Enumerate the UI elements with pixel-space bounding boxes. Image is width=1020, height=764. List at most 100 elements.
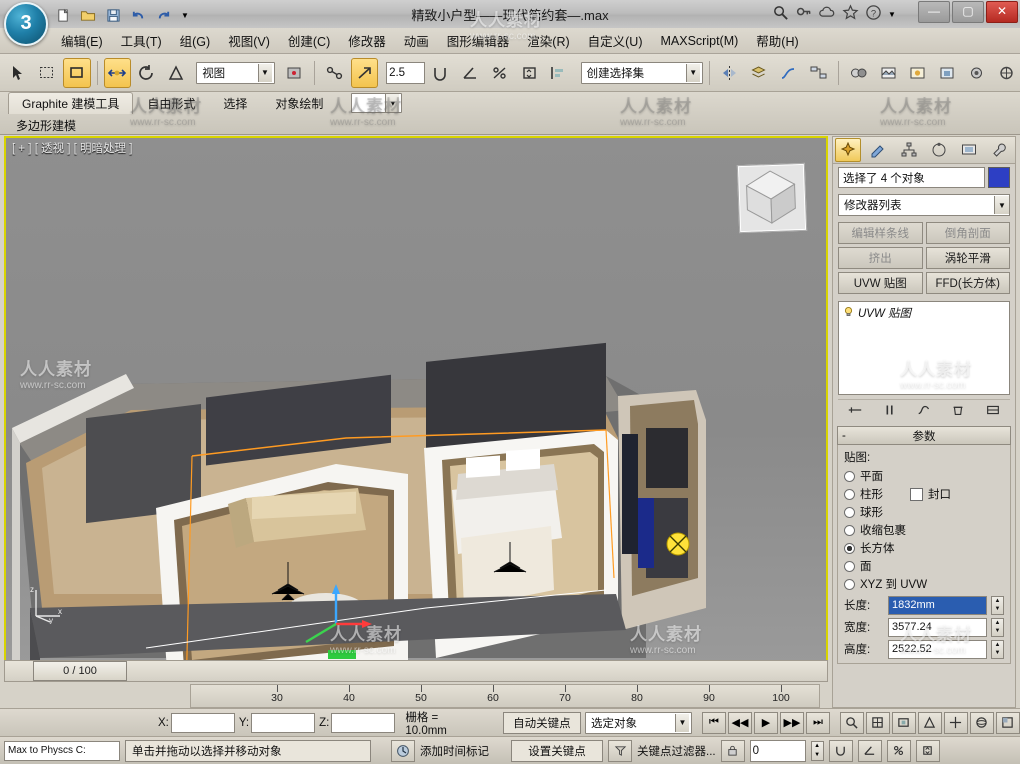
mapping-option-cylindrical[interactable]: 柱形 封口 <box>844 485 1004 503</box>
menu-item-graph-editors[interactable]: 图形编辑器 <box>438 28 519 53</box>
application-menu-button[interactable]: 3 <box>4 2 48 46</box>
select-and-link-icon[interactable] <box>321 58 349 88</box>
percent-snap-icon[interactable] <box>486 58 514 88</box>
new-file-icon[interactable] <box>52 4 74 26</box>
key-filter-icon[interactable] <box>608 739 632 762</box>
snap-toggle-icon[interactable] <box>427 58 455 88</box>
modifier-button-turbosmooth[interactable]: 涡轮平滑 <box>925 247 1010 269</box>
percent-snap-field[interactable]: 2.5 <box>386 61 425 84</box>
mapping-option-box[interactable]: 长方体 <box>844 539 1004 557</box>
x-field[interactable] <box>170 712 235 733</box>
menu-item-maxscript[interactable]: MAXScript(M) <box>652 31 748 51</box>
layer-manager-icon[interactable] <box>745 58 773 88</box>
modifier-stack[interactable]: UVW 贴图 <box>838 301 1010 395</box>
mirror-icon[interactable] <box>716 58 744 88</box>
select-and-rotate-icon[interactable] <box>133 58 161 88</box>
chevron-down-icon[interactable]: ▼ <box>674 713 689 732</box>
modifier-button-ffd-box[interactable]: FFD(长方体) <box>925 272 1010 294</box>
modifier-button-bevel-profile[interactable]: 倒角剖面 <box>925 222 1010 244</box>
menu-item-rendering[interactable]: 渲染(R) <box>518 28 578 53</box>
unlink-selection-icon[interactable] <box>350 57 379 88</box>
radio-icon[interactable] <box>844 542 855 554</box>
curve-editor-icon[interactable] <box>775 58 803 88</box>
chevron-down-icon[interactable]: ▼ <box>257 63 272 82</box>
motion-tab[interactable] <box>926 138 952 162</box>
menu-item-views[interactable]: 视图(V) <box>219 28 279 53</box>
previous-frame-icon[interactable]: ◀◀ <box>727 711 752 734</box>
field-of-view-icon[interactable] <box>917 711 942 734</box>
select-and-move-icon[interactable] <box>103 57 132 88</box>
select-and-scale-icon[interactable] <box>163 58 191 88</box>
spinner-snap-icon[interactable] <box>915 739 940 762</box>
object-name-field[interactable]: 选择了 4 个对象 <box>838 167 985 188</box>
object-color-swatch[interactable] <box>988 167 1010 188</box>
height-spinner[interactable]: ▲ ▼ <box>991 639 1004 659</box>
pan-icon[interactable] <box>943 711 968 734</box>
create-tab[interactable] <box>835 138 862 162</box>
chevron-down-icon[interactable]: ▾ <box>385 94 400 112</box>
zoom-icon[interactable] <box>839 711 864 734</box>
zoom-extents-icon[interactable] <box>891 711 916 734</box>
z-coordinate[interactable]: Z: <box>319 712 396 733</box>
select-object-icon[interactable] <box>4 58 32 88</box>
menu-item-group[interactable]: 组(G) <box>171 28 220 53</box>
ribbon-overflow-combo[interactable]: ▾ <box>351 93 403 113</box>
schematic-view-icon[interactable] <box>804 58 832 88</box>
angle-snap-icon[interactable] <box>456 58 484 88</box>
modifier-button-edit-spline[interactable]: 编辑样条线 <box>838 222 923 244</box>
hierarchy-tab[interactable] <box>896 138 922 162</box>
time-slider-handle[interactable]: 0 / 100 <box>33 661 127 681</box>
mapping-option-planar[interactable]: 平面 <box>844 467 1004 485</box>
height-field[interactable]: 2522.52 <box>888 639 987 659</box>
modifier-stack-item[interactable]: UVW 贴图 <box>839 302 1009 324</box>
z-field[interactable] <box>331 712 396 733</box>
menu-item-edit[interactable]: 编辑(E) <box>52 28 112 53</box>
length-spinner[interactable]: ▲ ▼ <box>991 595 1004 615</box>
material-editor-icon[interactable] <box>845 58 873 88</box>
lightbulb-icon[interactable] <box>843 306 854 320</box>
menu-item-help[interactable]: 帮助(H) <box>747 28 807 53</box>
render-setup-icon[interactable] <box>874 58 902 88</box>
render-activeshade-icon[interactable] <box>993 58 1020 88</box>
chevron-down-icon[interactable]: ▼ <box>888 10 900 19</box>
cloud-icon[interactable] <box>818 5 836 23</box>
time-slider[interactable]: 0 / 100 <box>4 660 828 682</box>
frame-field[interactable]: 0 <box>749 739 806 762</box>
x-coordinate[interactable]: X: <box>158 712 235 733</box>
chevron-down-icon[interactable]: ▼ <box>685 63 700 82</box>
modifier-list-combo[interactable]: 修改器列表 ▼ <box>838 194 1010 216</box>
redo-icon[interactable] <box>152 4 174 26</box>
zoom-all-icon[interactable] <box>865 711 890 734</box>
chevron-down-icon[interactable]: ▼ <box>994 196 1009 214</box>
orbit-icon[interactable] <box>969 711 994 734</box>
next-frame-icon[interactable]: ▶▶ <box>779 711 804 734</box>
tab-object-paint[interactable]: 对象绘制 <box>261 92 337 115</box>
help-icon[interactable]: ? <box>865 4 882 24</box>
show-end-result-icon[interactable] <box>882 403 898 420</box>
maximize-button[interactable]: ▢ <box>952 1 984 23</box>
window-crossing-icon[interactable] <box>63 57 91 88</box>
tab-graphite-modeling-tools[interactable]: Graphite 建模工具 <box>8 92 134 114</box>
reference-coordinate-combo[interactable]: 视图 ▼ <box>196 61 275 84</box>
align-icon[interactable] <box>545 58 573 88</box>
add-time-tag-icon[interactable] <box>391 739 415 762</box>
modify-tab[interactable] <box>865 138 891 162</box>
mapping-option-face[interactable]: 面 <box>844 557 1004 575</box>
chevron-down-icon[interactable]: ▼ <box>177 4 193 26</box>
percent-snap-icon[interactable] <box>886 739 911 762</box>
auto-key-button[interactable]: 自动关键点 <box>502 711 582 734</box>
modifier-button-uvw-map[interactable]: UVW 贴图 <box>838 272 923 294</box>
go-to-end-icon[interactable]: ⏭ <box>805 711 830 734</box>
snap-toggle-icon[interactable] <box>828 739 853 762</box>
tab-freeform[interactable]: 自由形式 <box>133 92 209 115</box>
tab-selection[interactable]: 选择 <box>209 92 261 115</box>
maximize-viewport-icon[interactable] <box>995 711 1020 734</box>
set-key-button[interactable]: 设置关键点 <box>511 739 603 762</box>
named-selection-set-combo[interactable]: 创建选择集 ▼ <box>580 61 703 84</box>
go-to-start-icon[interactable]: ⏮ <box>701 711 726 734</box>
menu-item-create[interactable]: 创建(C) <box>279 28 339 53</box>
use-pivot-center-icon[interactable] <box>281 58 309 88</box>
length-field[interactable]: 1832mm <box>888 595 987 615</box>
radio-icon[interactable] <box>844 506 855 518</box>
cap-checkbox[interactable] <box>910 487 923 501</box>
